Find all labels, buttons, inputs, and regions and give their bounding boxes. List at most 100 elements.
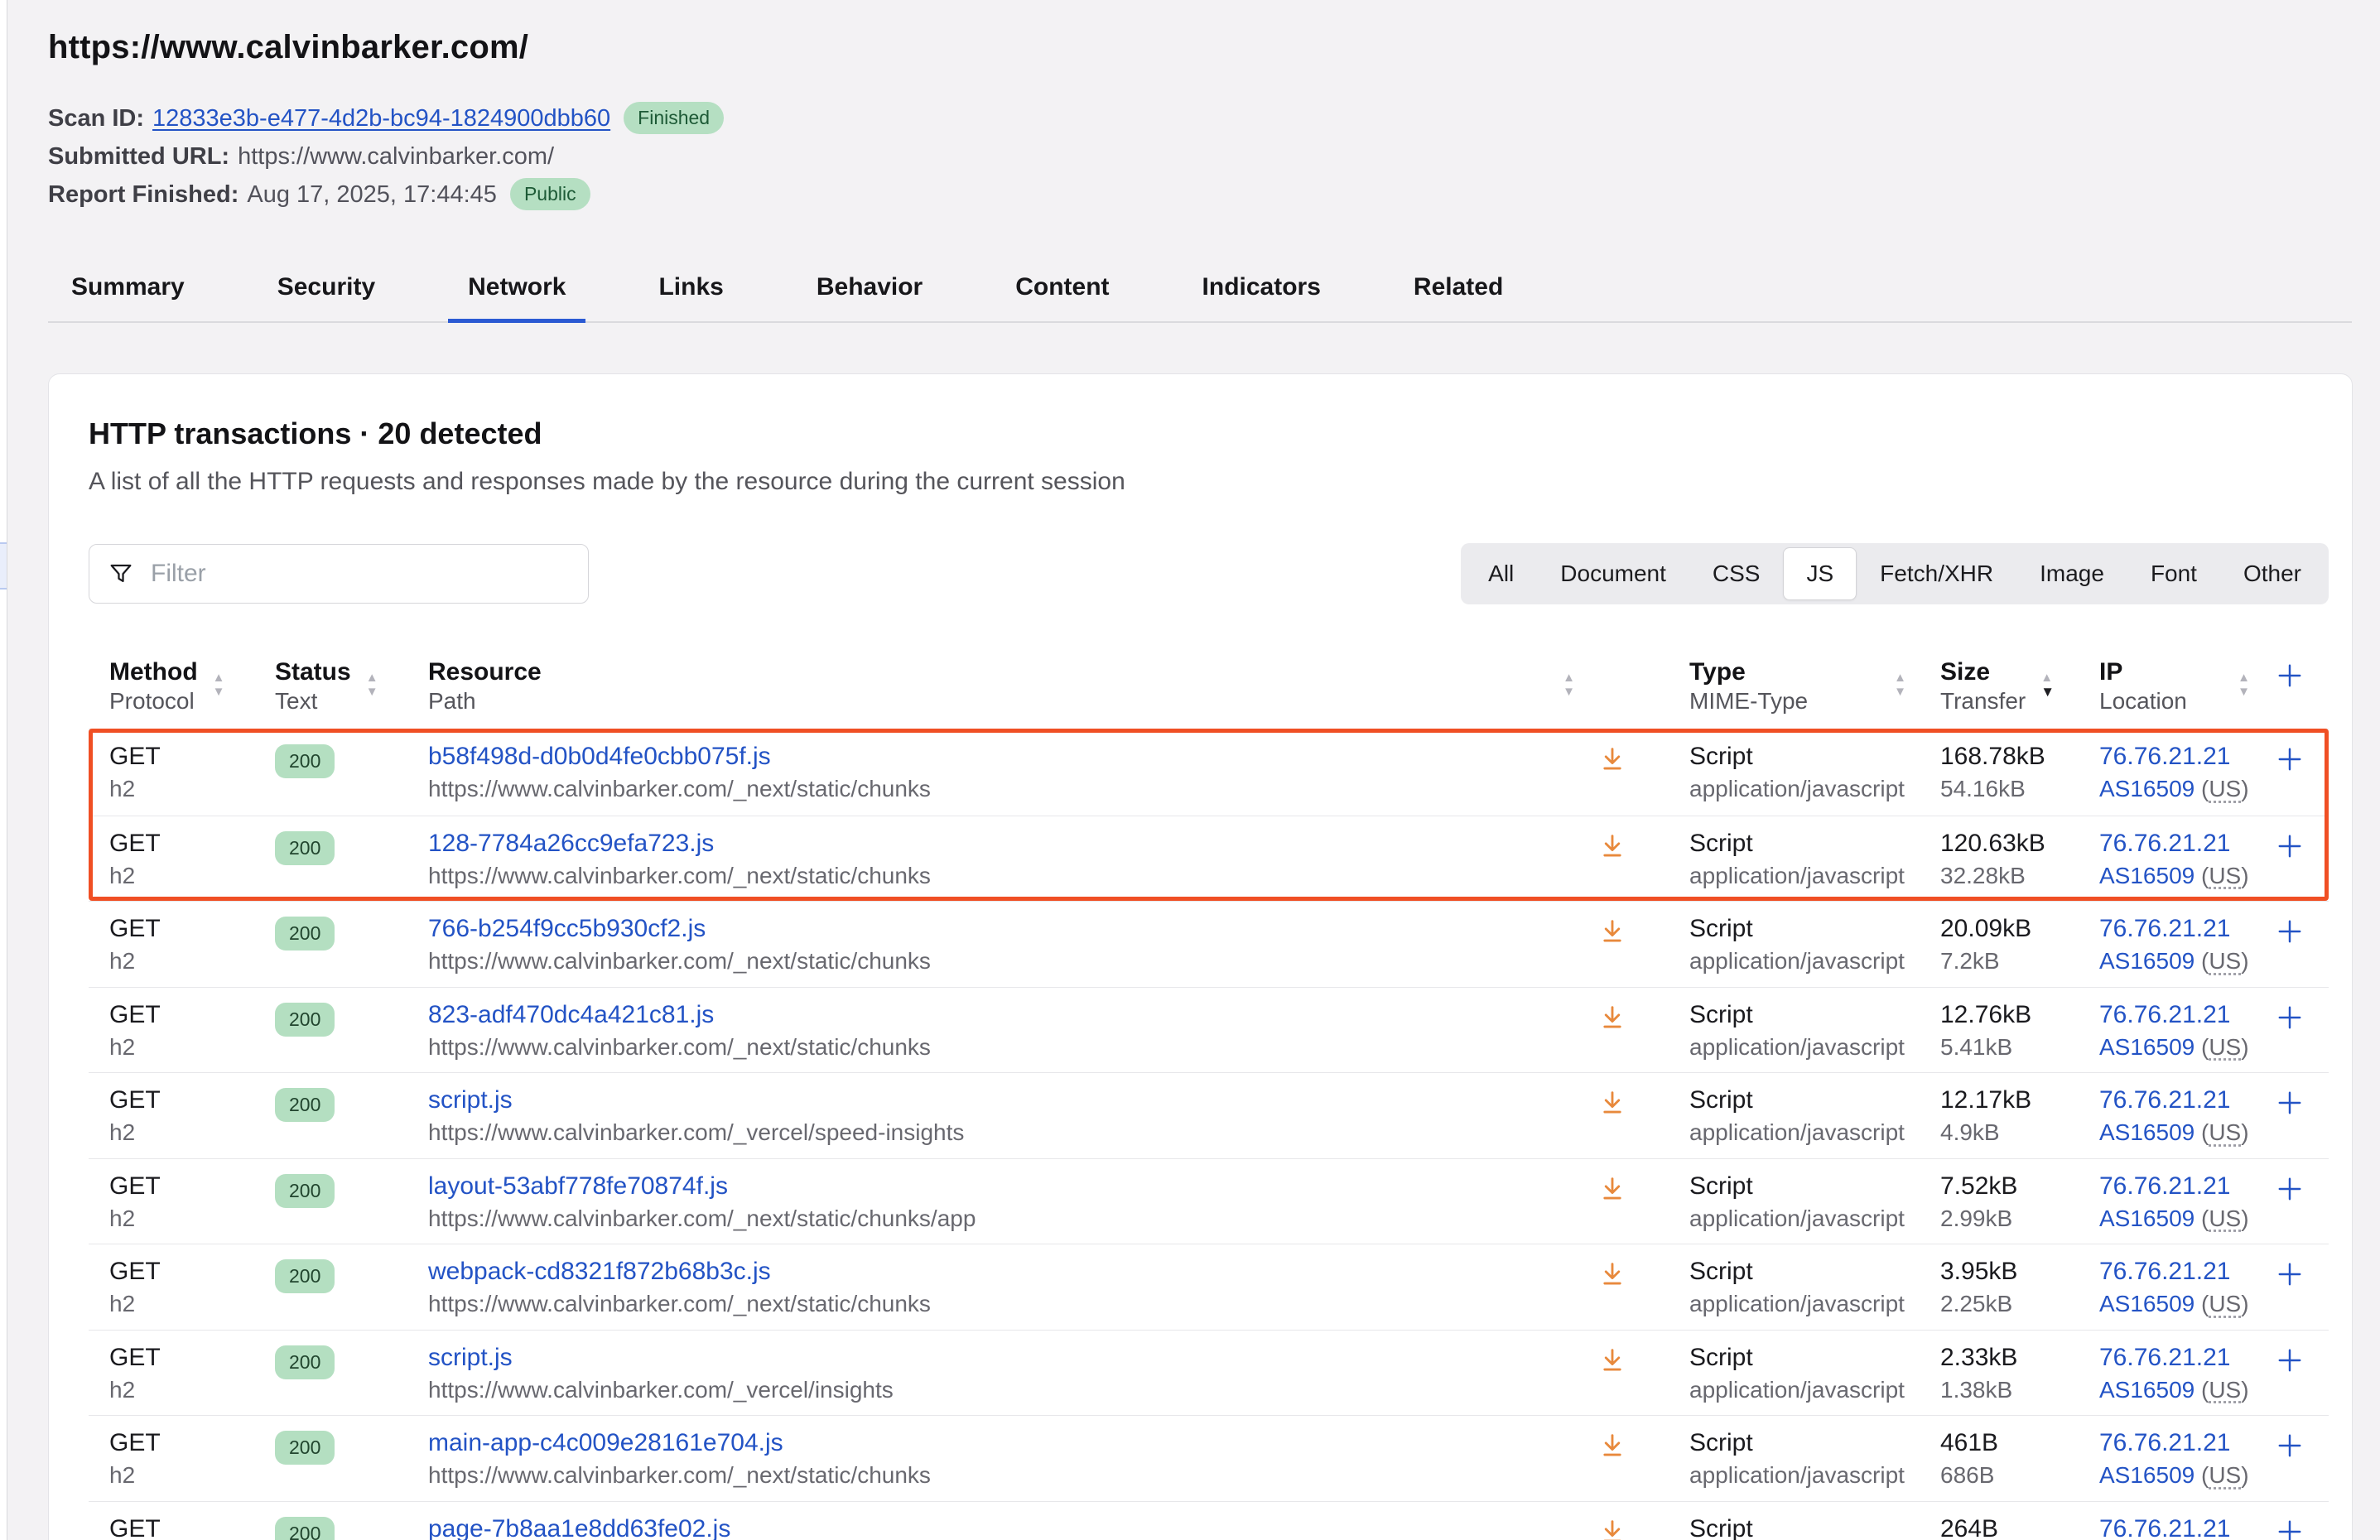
asn-link[interactable]: AS16509 bbox=[2099, 863, 2195, 888]
asn-link[interactable]: AS16509 bbox=[2099, 1377, 2195, 1403]
download-icon[interactable] bbox=[1598, 1088, 1626, 1116]
expand-row-icon[interactable] bbox=[2273, 915, 2306, 948]
download-icon[interactable] bbox=[1598, 1517, 1626, 1540]
type-filter-chip[interactable]: Font bbox=[2127, 547, 2220, 600]
table-row: GET h2 200 layout-53abf778fe70874f.js ht… bbox=[89, 1158, 2329, 1244]
resource-link[interactable]: script.js bbox=[428, 1344, 513, 1371]
ip-link[interactable]: 76.76.21.21 bbox=[2099, 1515, 2230, 1540]
resource-path: https://www.calvinbarker.com/_next/stati… bbox=[428, 774, 1598, 804]
ip-link[interactable]: 76.76.21.21 bbox=[2099, 1429, 2230, 1456]
mime-value: application/javascript bbox=[1689, 1204, 1930, 1234]
download-icon[interactable] bbox=[1598, 1003, 1626, 1031]
cell-type: Script application/javascript bbox=[1669, 1427, 1930, 1491]
table-row: GET h2 200 webpack-cd8321f872b68b3c.js h… bbox=[89, 1244, 2329, 1330]
asn-link[interactable]: AS16509 bbox=[2099, 1206, 2195, 1231]
protocol-value: h2 bbox=[109, 946, 275, 976]
expand-row-icon[interactable] bbox=[2273, 743, 2306, 776]
table-rows: GET h2 200 b58f498d-d0b0d4fe0cbb075f.js … bbox=[89, 729, 2329, 1540]
cell-type: Script application/javascript bbox=[1669, 1342, 1930, 1406]
asn-link[interactable]: AS16509 bbox=[2099, 948, 2195, 974]
sort-control-status[interactable]: ▲▼ bbox=[366, 672, 378, 700]
ip-link[interactable]: 76.76.21.21 bbox=[2099, 915, 2230, 942]
expand-row-icon[interactable] bbox=[2273, 1429, 2306, 1462]
filter-input[interactable] bbox=[151, 560, 548, 588]
expand-row-icon[interactable] bbox=[2273, 1001, 2306, 1034]
expand-row-icon[interactable] bbox=[2273, 830, 2306, 863]
transfer-value: 1.38kB bbox=[1940, 1375, 2095, 1405]
asn-link[interactable]: AS16509 bbox=[2099, 1462, 2195, 1488]
ip-link[interactable]: 76.76.21.21 bbox=[2099, 1258, 2230, 1285]
type-filter-chip[interactable]: CSS bbox=[1689, 547, 1784, 600]
ip-link[interactable]: 76.76.21.21 bbox=[2099, 1172, 2230, 1200]
tab[interactable]: Summary bbox=[51, 262, 205, 321]
resource-link[interactable]: 823-adf470dc4a421c81.js bbox=[428, 1001, 714, 1028]
cell-method: GET h2 bbox=[89, 1256, 275, 1320]
resource-link[interactable]: layout-53abf778fe70874f.js bbox=[428, 1172, 728, 1200]
asn-link[interactable]: AS16509 bbox=[2099, 1034, 2195, 1060]
ip-link[interactable]: 76.76.21.21 bbox=[2099, 743, 2230, 770]
cell-add bbox=[2273, 913, 2329, 977]
type-value: Script bbox=[1689, 1171, 1930, 1202]
cell-ip: 76.76.21.21 AS16509 (US) bbox=[2095, 1085, 2273, 1148]
type-filter-chip[interactable]: Image bbox=[2016, 547, 2127, 600]
resource-link[interactable]: script.js bbox=[428, 1086, 513, 1114]
resource-link[interactable]: webpack-cd8321f872b68b3c.js bbox=[428, 1258, 771, 1285]
table-controls: All Document CSS JS Fetch/XHR Image Font… bbox=[89, 544, 2329, 604]
tab[interactable]: Network bbox=[448, 262, 585, 321]
download-icon[interactable] bbox=[1598, 1345, 1626, 1374]
download-icon[interactable] bbox=[1598, 831, 1626, 859]
cell-add bbox=[2273, 1342, 2329, 1406]
resource-link[interactable]: b58f498d-d0b0d4fe0cbb075f.js bbox=[428, 743, 771, 770]
ip-link[interactable]: 76.76.21.21 bbox=[2099, 1086, 2230, 1114]
sort-control-resource[interactable]: ▲▼ bbox=[1563, 672, 1575, 700]
ip-link[interactable]: 76.76.21.21 bbox=[2099, 1001, 2230, 1028]
filter-box[interactable] bbox=[89, 544, 589, 604]
sort-control-ip[interactable]: ▲▼ bbox=[2238, 672, 2250, 700]
expand-row-icon[interactable] bbox=[2273, 1172, 2306, 1206]
resource-link[interactable]: main-app-c4c009e28161e704.js bbox=[428, 1429, 783, 1456]
type-value: Script bbox=[1689, 741, 1930, 772]
download-icon[interactable] bbox=[1598, 1431, 1626, 1459]
tab[interactable]: Related bbox=[1394, 262, 1523, 321]
ip-link[interactable]: 76.76.21.21 bbox=[2099, 830, 2230, 857]
tab[interactable]: Content bbox=[995, 262, 1129, 321]
expand-row-icon[interactable] bbox=[2273, 1086, 2306, 1119]
add-column-icon[interactable] bbox=[2273, 659, 2306, 692]
resource-link[interactable]: page-7b8aa1e8dd63fe02.js bbox=[428, 1515, 730, 1540]
scan-id-link[interactable]: 12833e3b-e477-4d2b-bc94-1824900dbb60 bbox=[152, 105, 610, 132]
sort-control-size[interactable]: ▲▼ bbox=[2040, 672, 2055, 700]
download-icon[interactable] bbox=[1598, 1174, 1626, 1202]
ip-link[interactable]: 76.76.21.21 bbox=[2099, 1344, 2230, 1371]
status-badge: 200 bbox=[275, 1345, 335, 1379]
tab[interactable]: Behavior bbox=[797, 262, 942, 321]
download-icon[interactable] bbox=[1598, 744, 1626, 772]
type-filter-chip[interactable]: Fetch/XHR bbox=[1857, 547, 2016, 600]
type-filter-chip[interactable]: All bbox=[1465, 547, 1537, 600]
type-filter-chip[interactable]: JS bbox=[1783, 547, 1857, 600]
resource-link[interactable]: 128-7784a26cc9efa723.js bbox=[428, 830, 714, 857]
asn-link[interactable]: AS16509 bbox=[2099, 1291, 2195, 1316]
download-icon[interactable] bbox=[1598, 1259, 1626, 1287]
cell-size: 3.95kB 2.25kB bbox=[1930, 1256, 2095, 1320]
asn-link[interactable]: AS16509 bbox=[2099, 776, 2195, 801]
type-filter-chip[interactable]: Other bbox=[2220, 547, 2325, 600]
asn-link[interactable]: AS16509 bbox=[2099, 1119, 2195, 1145]
sort-control-method[interactable]: ▲▼ bbox=[213, 672, 225, 700]
tab[interactable]: Indicators bbox=[1183, 262, 1341, 321]
type-filter-chip[interactable]: Document bbox=[1537, 547, 1689, 600]
expand-row-icon[interactable] bbox=[2273, 1344, 2306, 1377]
expand-row-icon[interactable] bbox=[2273, 1515, 2306, 1540]
cell-size: 12.17kB 4.9kB bbox=[1930, 1085, 2095, 1148]
resource-link[interactable]: 766-b254f9cc5b930cf2.js bbox=[428, 915, 706, 942]
tab[interactable]: Security bbox=[258, 262, 395, 321]
status-badge: 200 bbox=[275, 1259, 335, 1293]
protocol-value: h2 bbox=[109, 774, 275, 804]
submitted-url-label: Submitted URL: bbox=[48, 143, 229, 170]
sort-control-type[interactable]: ▲▼ bbox=[1894, 672, 1906, 700]
column-method: MethodProtocol ▲▼ bbox=[89, 657, 275, 715]
download-icon[interactable] bbox=[1598, 917, 1626, 945]
resource-path: https://www.calvinbarker.com/_vercel/ins… bbox=[428, 1375, 1598, 1405]
tab[interactable]: Links bbox=[638, 262, 743, 321]
expand-row-icon[interactable] bbox=[2273, 1258, 2306, 1291]
mime-value: application/javascript bbox=[1689, 1375, 1930, 1405]
